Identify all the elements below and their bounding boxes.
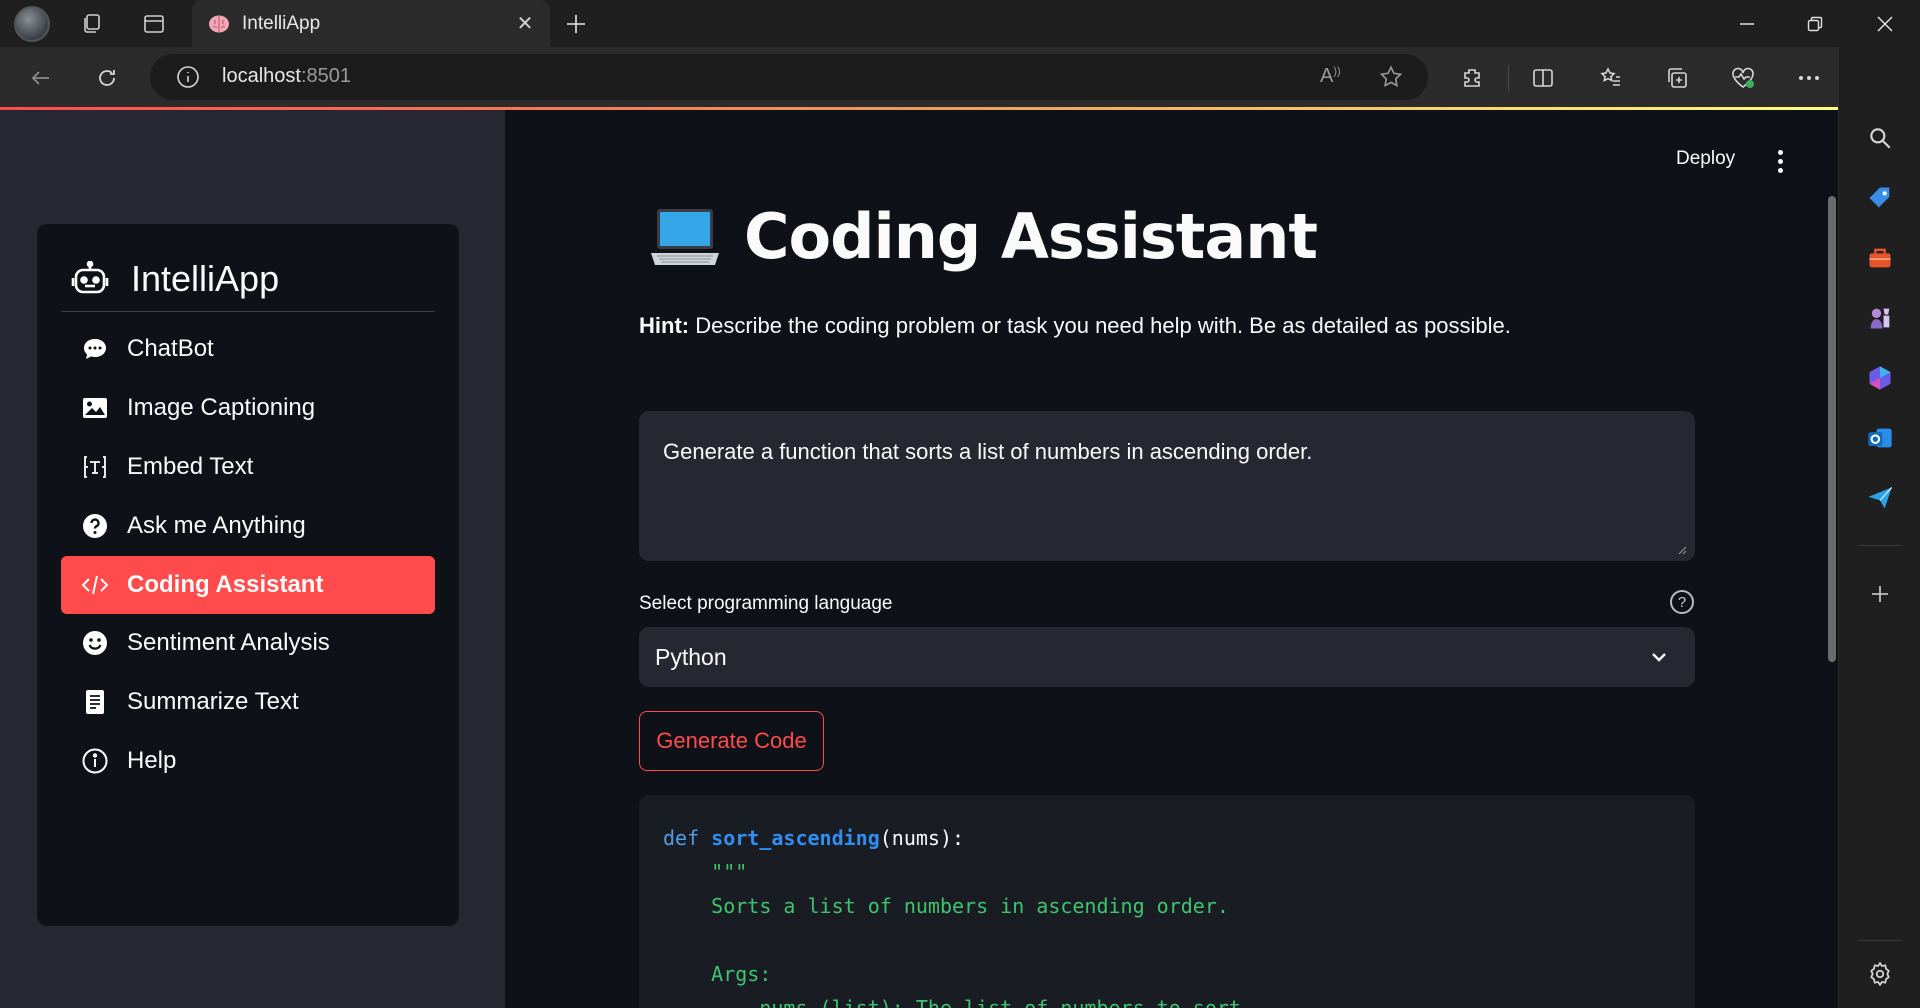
microsoft-365-icon[interactable]: [1863, 361, 1897, 395]
sidebar-item-sentiment-analysis[interactable]: Sentiment Analysis: [61, 614, 435, 672]
document-icon: [81, 688, 109, 716]
edge-sidebar-divider: [1859, 545, 1901, 546]
robot-icon: [69, 258, 111, 300]
settings-gear-icon[interactable]: [1863, 957, 1897, 991]
read-aloud-icon[interactable]: A)): [1320, 65, 1346, 89]
help-tooltip-icon[interactable]: ?: [1670, 590, 1694, 614]
close-window-icon[interactable]: [1862, 6, 1908, 42]
text-embed-icon: [81, 453, 109, 481]
sidebar-item-label: Summarize Text: [127, 688, 299, 715]
send-paperplane-icon[interactable]: [1863, 481, 1897, 515]
sidebar-item-embed-text[interactable]: Embed Text: [61, 438, 435, 496]
back-arrow-icon[interactable]: [24, 61, 58, 95]
resize-handle-icon[interactable]: [1677, 545, 1687, 555]
browser-tab-bar: IntelliApp ✕: [0, 0, 1920, 47]
sidebar-item-summarize-text[interactable]: Summarize Text: [61, 673, 435, 731]
sidebar-item-chatbot[interactable]: ChatBot: [61, 320, 435, 378]
more-options-icon[interactable]: [1792, 61, 1826, 95]
question-icon: [81, 512, 109, 540]
code-output: def sort_ascending(nums): """ Sorts a li…: [639, 795, 1695, 1008]
sidebar-item-label: Help: [127, 747, 177, 774]
main-menu-kebab-icon[interactable]: [1770, 146, 1790, 176]
select-language-label: Select programming language: [639, 593, 893, 614]
minimize-icon[interactable]: [1724, 6, 1770, 42]
app-brand: IntelliApp: [131, 257, 280, 299]
brain-icon: [208, 13, 230, 35]
edge-sidebar-divider-bottom: [1859, 940, 1901, 941]
close-tab-icon[interactable]: ✕: [514, 12, 536, 35]
site-info-icon[interactable]: [176, 65, 200, 89]
language-select[interactable]: Python: [639, 627, 1695, 687]
extensions-icon[interactable]: [1455, 61, 1489, 95]
favorites-list-icon[interactable]: [1594, 61, 1628, 95]
url-bar[interactable]: localhost:8501 A)): [150, 54, 1428, 100]
page-header: Coding Assistant: [648, 200, 1318, 273]
info-icon: [81, 747, 109, 775]
prompt-textarea[interactable]: Generate a function that sorts a list of…: [639, 411, 1695, 561]
sidebar-item-label: Image Captioning: [127, 394, 316, 421]
collections-icon[interactable]: [1660, 61, 1694, 95]
app-sidebar: IntelliApp ChatBot Image Captioning Embe…: [0, 110, 505, 1008]
add-plus-icon[interactable]: [1863, 577, 1897, 611]
url-text[interactable]: localhost:8501: [222, 65, 351, 88]
prompt-value: Generate a function that sorts a list of…: [663, 439, 1313, 464]
sidebar-item-label: ChatBot: [127, 335, 214, 362]
nav-menu: IntelliApp ChatBot Image Captioning Embe…: [37, 224, 459, 926]
browser-essentials-icon[interactable]: [1726, 61, 1760, 95]
page-title: Coding Assistant: [744, 200, 1318, 273]
code-icon: [81, 571, 109, 599]
new-tab-icon[interactable]: [560, 8, 592, 40]
edge-sidebar: [1838, 47, 1920, 1008]
deploy-button[interactable]: Deploy: [1676, 148, 1735, 170]
browser-tab-active[interactable]: IntelliApp ✕: [192, 0, 550, 47]
sidebar-item-ask-me-anything[interactable]: Ask me Anything: [61, 497, 435, 555]
chat-bubble-icon: [81, 335, 109, 363]
sidebar-item-coding-assistant[interactable]: Coding Assistant: [61, 556, 435, 614]
tools-briefcase-icon[interactable]: [1863, 241, 1897, 275]
workspaces-icon[interactable]: [76, 8, 108, 40]
favorite-star-icon[interactable]: [1378, 64, 1404, 90]
split-screen-icon[interactable]: [1526, 61, 1560, 95]
menu-header: IntelliApp: [61, 246, 435, 312]
sidebar-item-image-captioning[interactable]: Image Captioning: [61, 379, 435, 437]
sidebar-item-label: Ask me Anything: [127, 512, 306, 539]
sidebar-item-label: Coding Assistant: [127, 571, 324, 598]
toolbar-divider: [1508, 65, 1509, 91]
shopping-tag-icon[interactable]: [1863, 181, 1897, 215]
code-content: def sort_ascending(nums): """ Sorts a li…: [663, 826, 1254, 1008]
search-icon[interactable]: [1863, 121, 1897, 155]
games-chess-icon[interactable]: [1863, 301, 1897, 335]
smiley-icon: [81, 629, 109, 657]
page-scrollbar[interactable]: [1828, 196, 1836, 662]
laptop-icon: [648, 201, 722, 273]
sidebar-item-help[interactable]: Help: [61, 732, 435, 790]
sidebar-item-label: Embed Text: [127, 453, 254, 480]
hint-text: Hint: Describe the coding problem or tas…: [639, 313, 1511, 338]
image-icon: [81, 394, 109, 422]
restore-icon[interactable]: [1792, 6, 1838, 42]
refresh-icon[interactable]: [90, 61, 124, 95]
profile-avatar[interactable]: [14, 6, 50, 42]
selected-language: Python: [655, 644, 727, 670]
address-bar-row: localhost:8501 A)): [0, 47, 1920, 107]
outlook-icon[interactable]: [1863, 421, 1897, 455]
sidebar-item-label: Sentiment Analysis: [127, 629, 330, 656]
vertical-tabs-icon[interactable]: [138, 8, 170, 40]
chevron-down-icon: [1652, 653, 1666, 662]
generate-code-button[interactable]: Generate Code: [639, 711, 824, 771]
tab-title: IntelliApp: [242, 12, 321, 34]
